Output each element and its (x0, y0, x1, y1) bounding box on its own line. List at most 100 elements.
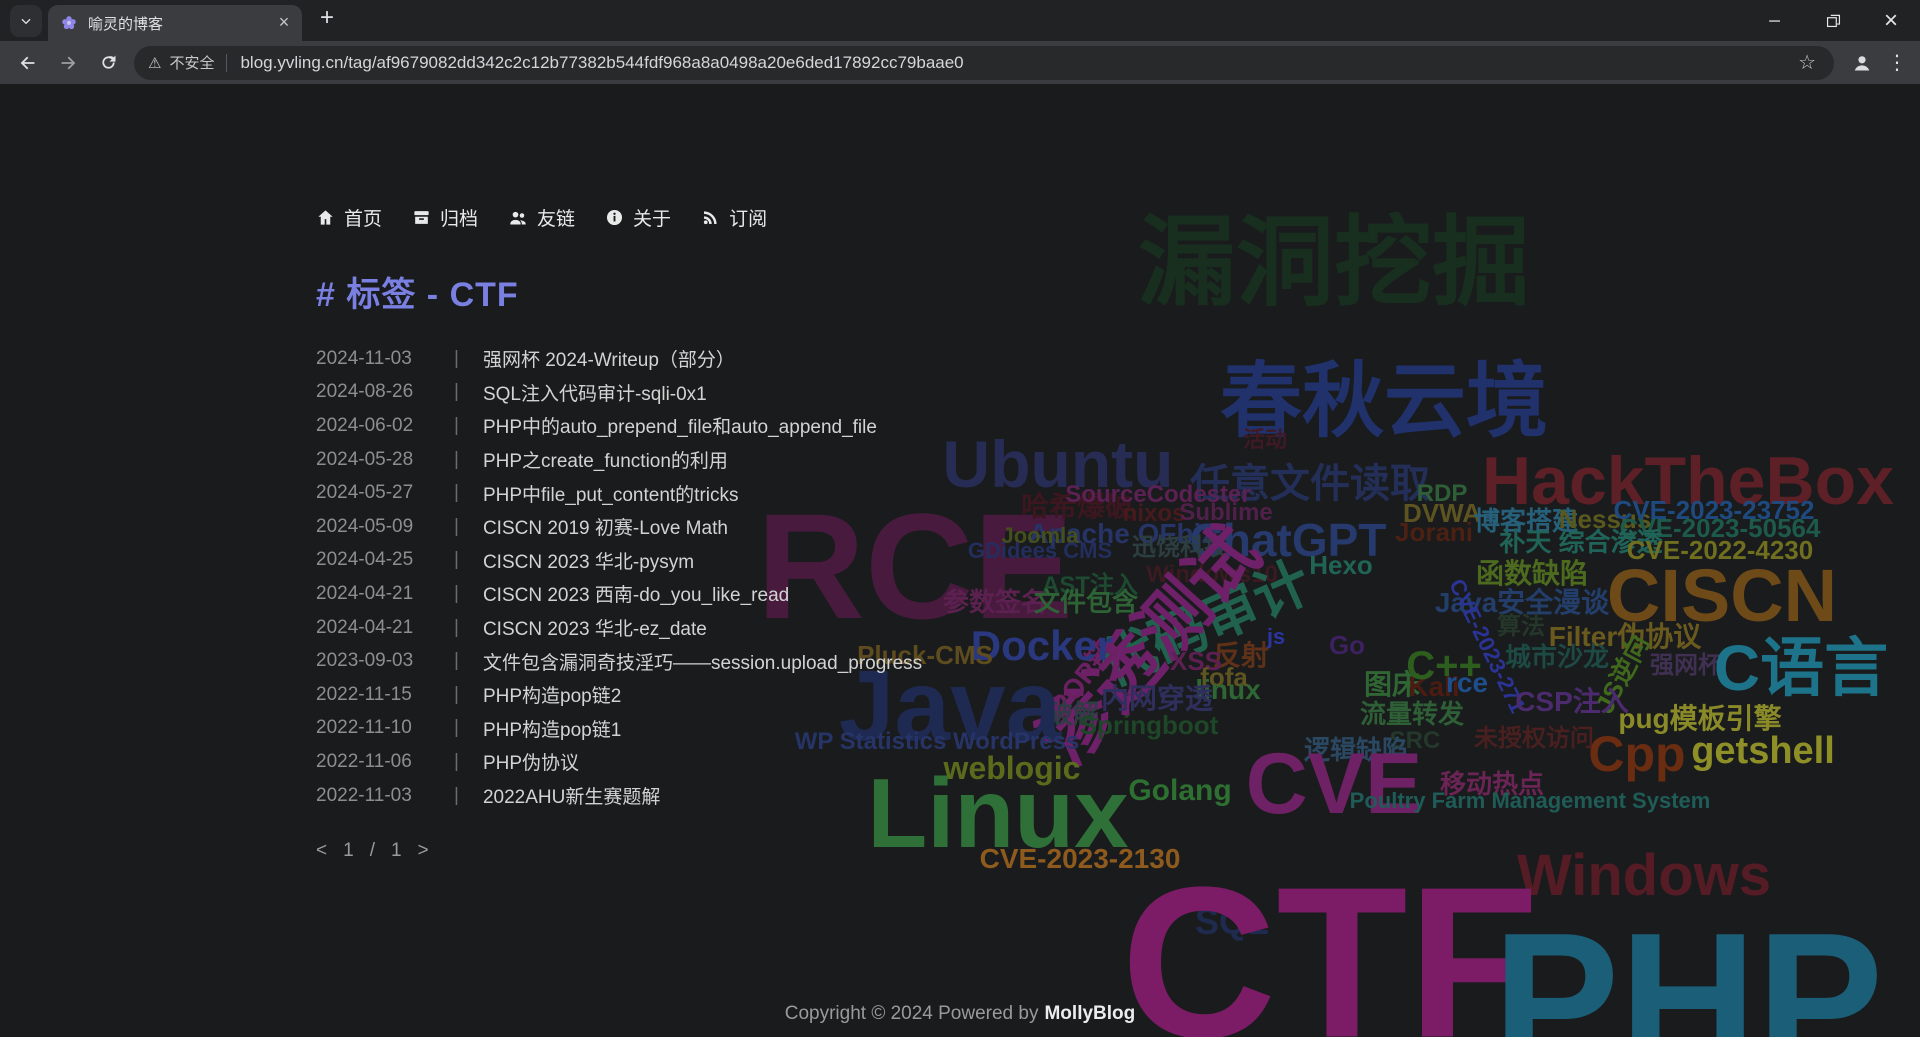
post-row: 2022-11-15|PHP构造pop链2 (316, 678, 922, 712)
wordcloud-word: 内网穿透 (1101, 685, 1213, 713)
post-row: 2022-11-03|2022AHU新生赛题解 (316, 779, 922, 813)
post-title-link[interactable]: 2022AHU新生赛题解 (483, 782, 660, 809)
close-button[interactable]: × (1862, 0, 1920, 41)
post-separator: | (454, 717, 459, 739)
post-date: 2024-08-26 (316, 381, 438, 403)
wordcloud-word: Poultry Farm Management System (1350, 790, 1711, 812)
wordcloud-word: js (1267, 626, 1285, 648)
post-row: 2024-04-21|CISCN 2023 华北-ez_date (316, 611, 922, 645)
archive-icon (412, 208, 431, 227)
mollyblog-link[interactable]: MollyBlog (1044, 1003, 1135, 1024)
favicon-flower-icon (60, 14, 78, 32)
wordcloud-word: 未授权访问 (1474, 727, 1594, 751)
minimize-button[interactable] (1746, 0, 1804, 41)
post-date: 2024-06-02 (316, 415, 438, 437)
post-row: 2024-05-28|PHP之create_function的利用 (316, 443, 922, 477)
tab-title: 喻灵的博客 (88, 13, 274, 34)
wordcloud-word: CSP注入 (1515, 688, 1629, 716)
info-icon (605, 208, 624, 227)
window-controls: × (1746, 0, 1920, 41)
post-title-link[interactable]: CISCN 2023 华北-ez_date (483, 614, 707, 641)
post-title-link[interactable]: CISCN 2023 华北-pysym (483, 547, 694, 574)
post-title-link[interactable]: PHP构造pop链2 (483, 681, 621, 708)
wordcloud-word: Golang (1128, 776, 1231, 806)
home-icon (316, 208, 335, 227)
post-row: 2024-05-09|CISCN 2019 初赛-Love Math (316, 510, 922, 544)
post-title-link[interactable]: 文件包含漏洞奇技淫巧——session.upload_progress (483, 648, 922, 675)
security-label: 不安全 (169, 52, 214, 73)
next-page-button[interactable]: > (418, 840, 429, 862)
post-separator: | (454, 348, 459, 370)
prev-page-button[interactable]: < (316, 840, 327, 862)
avatar-icon (1850, 51, 1874, 75)
wordcloud-word: Cpp (1588, 729, 1685, 779)
wordcloud-word: Jorani (1395, 519, 1473, 545)
tab-close-icon[interactable]: × (274, 13, 294, 33)
nav-item-label: 关于 (633, 204, 671, 231)
menu-kebab-icon[interactable]: ⋮ (1882, 50, 1912, 75)
browser-tab[interactable]: 喻灵的博客 × (48, 5, 302, 41)
bookmark-star-icon[interactable]: ☆ (1788, 50, 1826, 75)
new-tab-button[interactable]: + (312, 4, 342, 34)
wordcloud-word: 流量转发 (1360, 701, 1464, 727)
tab-search-button[interactable] (10, 5, 42, 37)
post-title-link[interactable]: SQL注入代码审计-sqli-0x1 (483, 379, 707, 406)
wordcloud-word: 城市沙龙 (1505, 644, 1609, 670)
post-row: 2024-11-03|强网杯 2024-Writeup（部分） (316, 342, 922, 376)
wordcloud-word: pug模板引擎 (1618, 705, 1781, 733)
reload-button[interactable] (90, 45, 126, 81)
users-icon (508, 208, 528, 228)
post-title-link[interactable]: PHP伪协议 (483, 748, 579, 775)
nav-item-home[interactable]: 首页 (316, 204, 382, 231)
wordcloud-word: 算法 (1497, 615, 1545, 639)
nav-item-rss[interactable]: 订阅 (701, 204, 767, 231)
nav-item-about[interactable]: 关于 (605, 204, 671, 231)
security-chip[interactable]: ⚠ 不安全 (148, 52, 226, 73)
back-button[interactable] (10, 45, 46, 81)
restore-button[interactable] (1804, 0, 1862, 41)
tab-strip: 喻灵的博客 × + × (0, 0, 1920, 41)
post-title-link[interactable]: 强网杯 2024-Writeup（部分） (483, 345, 735, 372)
nav-item-label: 首页 (344, 204, 382, 231)
wordcloud-word: 文件包含 (1034, 589, 1138, 615)
wordcloud-word: 参数签名 (943, 589, 1047, 615)
profile-avatar-button[interactable] (1844, 45, 1880, 81)
page-title: # 标签 - CTF (316, 267, 519, 316)
warning-icon: ⚠ (148, 54, 161, 72)
post-title-link[interactable]: CISCN 2023 西南-do_you_like_read (483, 580, 789, 607)
blog-page: 漏洞挖掘春秋云境Ubuntu任意文件读取HackTheBox活动RCE哈希爆破S… (0, 84, 1920, 1037)
post-title-link[interactable]: PHP构造pop链1 (483, 715, 621, 742)
forward-button[interactable] (50, 45, 86, 81)
wordcloud-word: Hexo (1309, 552, 1373, 578)
post-title-link[interactable]: PHP中file_put_content的tricks (483, 480, 739, 507)
post-row: 2024-06-02|PHP中的auto_prepend_file和auto_a… (316, 409, 922, 443)
reload-icon (98, 52, 119, 73)
post-row: 2024-08-26|SQL注入代码审计-sqli-0x1 (316, 376, 922, 410)
browser-toolbar: ⚠ 不安全 blog.yvling.cn/tag/af9679082dd342c… (0, 41, 1920, 84)
post-title-link[interactable]: PHP中的auto_prepend_file和auto_append_file (483, 412, 877, 439)
address-bar[interactable]: ⚠ 不安全 blog.yvling.cn/tag/af9679082dd342c… (134, 46, 1834, 80)
nav-item-friends[interactable]: 友链 (508, 204, 575, 231)
chip-divider (226, 54, 227, 72)
post-row: 2024-05-27|PHP中file_put_content的tricks (316, 476, 922, 510)
post-separator: | (454, 549, 459, 571)
copyright-text: Copyright © 2024 Powered by (785, 1003, 1039, 1024)
wordcloud-word: GDidees CMS (968, 540, 1112, 562)
nav-item-archive[interactable]: 归档 (412, 204, 478, 231)
post-date: 2022-11-10 (316, 717, 438, 739)
nav-item-label: 归档 (440, 204, 478, 231)
total-pages: 1 (391, 840, 402, 862)
post-row: 2022-11-10 | PHP构造pop链1 (316, 712, 922, 746)
nav-item-label: 友链 (537, 204, 575, 231)
post-separator: | (454, 617, 459, 639)
footer: Copyright © 2024 Powered byMollyBlog (0, 1003, 1920, 1025)
wordcloud-word: 活动 (1243, 429, 1287, 451)
post-title-link[interactable]: CISCN 2019 初赛-Love Math (483, 513, 728, 540)
browser-chrome: 喻灵的博客 × + × ⚠ 不安全 (0, 0, 1920, 84)
post-separator: | (454, 785, 459, 807)
post-title-link[interactable]: PHP之create_function的利用 (483, 446, 728, 473)
wordcloud-word: 漏洞挖掘 (1138, 213, 1530, 311)
post-date: 2022-11-06 (316, 751, 438, 773)
post-date: 2024-05-28 (316, 449, 438, 471)
post-date: 2024-04-21 (316, 583, 438, 605)
